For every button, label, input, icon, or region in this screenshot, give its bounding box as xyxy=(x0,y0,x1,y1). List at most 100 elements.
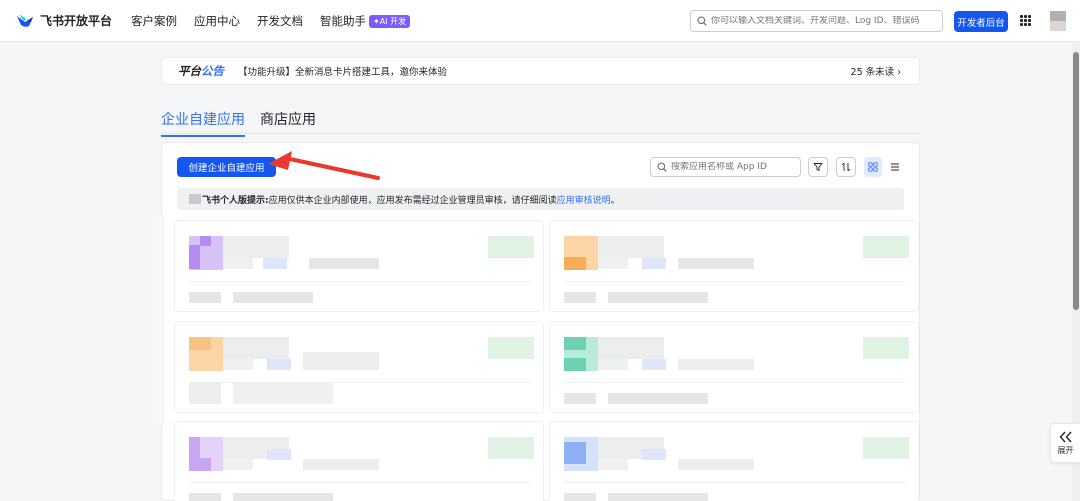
app-card[interactable] xyxy=(549,321,919,413)
blur-block xyxy=(189,245,200,269)
blur-block xyxy=(608,493,708,501)
blur-block xyxy=(267,359,291,370)
blur-block xyxy=(233,493,333,501)
blur-block xyxy=(598,258,628,269)
chevron-right-icon: › xyxy=(897,67,901,78)
ai-dev-badge: ✦AI 开发 xyxy=(369,14,411,28)
app-card[interactable] xyxy=(174,421,544,501)
tip-end: 。 xyxy=(610,195,620,206)
tip-label: 飞书个人版提示: xyxy=(202,195,269,206)
review-guide-link[interactable]: 应用审核说明 xyxy=(557,193,611,206)
announcement-bar[interactable]: 平台公告 【功能升级】全新消息卡片搭建工具，邀你来体验 25 条未读 › xyxy=(161,57,920,85)
app-card[interactable] xyxy=(549,220,919,312)
app-search-input[interactable] xyxy=(671,162,796,172)
list-view-button[interactable] xyxy=(886,157,904,177)
blur-block xyxy=(223,359,253,370)
tip-text: 应用仅供本企业内部使用，应用发布需经过企业管理员审核，请仔细阅读 xyxy=(268,195,557,206)
blur-block xyxy=(488,337,534,359)
feishu-logo-icon xyxy=(17,13,33,27)
blur-block xyxy=(564,292,596,303)
double-chevron-left-icon xyxy=(1059,431,1072,442)
blur-block xyxy=(233,292,313,303)
blur-block xyxy=(598,459,628,470)
blur-block xyxy=(863,437,909,459)
card-divider xyxy=(564,281,906,282)
tab-store-apps[interactable]: 商店应用 xyxy=(260,109,316,137)
nav-dev-docs[interactable]: 开发文档 xyxy=(257,13,303,29)
blur-block xyxy=(598,337,664,359)
nav-ai-assistant-label: 智能助手 xyxy=(320,14,366,28)
card-divider xyxy=(189,281,531,282)
card-divider xyxy=(564,382,906,383)
sort-button[interactable] xyxy=(836,157,856,177)
blur-block xyxy=(189,437,200,471)
user-avatar[interactable] xyxy=(1050,11,1066,31)
announcement-title: 平台公告 xyxy=(178,63,224,79)
blur-block xyxy=(189,337,211,350)
apps-grid-icon[interactable] xyxy=(1020,15,1031,26)
doc-search-input[interactable] xyxy=(711,16,931,26)
blur-block xyxy=(200,236,211,246)
expand-label: 展开 xyxy=(1057,445,1074,455)
blur-block xyxy=(488,236,534,258)
blur-block xyxy=(233,382,333,404)
blur-block xyxy=(303,459,379,470)
nav-customer-cases[interactable]: 客户案例 xyxy=(131,13,177,29)
expand-panel-button[interactable]: 展开 xyxy=(1050,423,1080,463)
blur-block xyxy=(564,493,596,501)
blur-block xyxy=(678,359,754,370)
blur-block xyxy=(263,258,287,269)
blur-block xyxy=(223,258,253,269)
sort-icon xyxy=(841,162,851,172)
blur-block xyxy=(200,458,211,471)
nav-ai-assistant[interactable]: 智能助手 ✦AI 开发 xyxy=(320,13,411,29)
nav-links: 客户案例 应用中心 开发文档 智能助手 ✦AI 开发 xyxy=(131,13,427,29)
app-card[interactable] xyxy=(174,321,544,413)
blur-block xyxy=(608,393,708,404)
blur-block xyxy=(608,292,708,303)
blur-block xyxy=(189,292,221,303)
blur-block xyxy=(223,459,253,470)
blur-block xyxy=(303,352,379,370)
blur-block xyxy=(309,258,379,269)
blur-block xyxy=(564,337,586,350)
blur-block xyxy=(863,236,909,258)
annotation-arrow-icon xyxy=(268,151,380,180)
filter-icon xyxy=(813,163,823,171)
blur-block xyxy=(189,382,221,404)
scrollbar-thumb[interactable] xyxy=(1073,52,1079,310)
left-fade xyxy=(155,215,165,425)
filter-button[interactable] xyxy=(808,157,828,177)
brand-name: 飞书开放平台 xyxy=(40,14,113,28)
app-search-box[interactable] xyxy=(650,157,801,177)
developer-console-button[interactable]: 开发者后台 xyxy=(954,11,1008,32)
announcement-text[interactable]: 【功能升级】全新消息卡片搭建工具，邀你来体验 xyxy=(238,64,447,78)
doc-search-box[interactable] xyxy=(690,10,943,32)
blur-block xyxy=(863,337,909,359)
card-divider xyxy=(564,482,906,483)
list-view-icon xyxy=(891,163,899,171)
app-card[interactable] xyxy=(174,220,544,312)
brand-logo[interactable]: 飞书开放平台 xyxy=(16,12,112,29)
announcement-title-part1: 平台 xyxy=(178,64,201,78)
grid-view-button[interactable] xyxy=(864,157,882,177)
announcement-unread-link[interactable]: 25 条未读 › xyxy=(851,64,901,78)
blur-block xyxy=(189,493,221,501)
personal-edition-tip: 飞书个人版提示: 应用仅供本企业内部使用，应用发布需经过企业管理员审核，请仔细阅… xyxy=(177,188,904,210)
blur-block xyxy=(564,358,586,371)
app-card[interactable] xyxy=(549,421,919,501)
blur-block xyxy=(564,257,586,270)
nav-app-center[interactable]: 应用中心 xyxy=(194,13,240,29)
announcement-title-part2: 公告 xyxy=(201,64,224,78)
search-icon xyxy=(657,162,667,172)
tab-custom-apps[interactable]: 企业自建应用 xyxy=(161,109,245,137)
unread-count: 25 条未读 xyxy=(850,67,895,78)
blur-block xyxy=(642,449,666,460)
card-divider xyxy=(189,482,531,483)
blur-block xyxy=(678,258,754,269)
blur-block xyxy=(642,258,666,269)
top-nav: 飞书开放平台 客户案例 应用中心 开发文档 智能助手 ✦AI 开发 开发者后台 xyxy=(0,0,1080,42)
blur-block xyxy=(267,449,291,460)
blur-block xyxy=(564,442,586,464)
blur-block xyxy=(223,236,289,258)
